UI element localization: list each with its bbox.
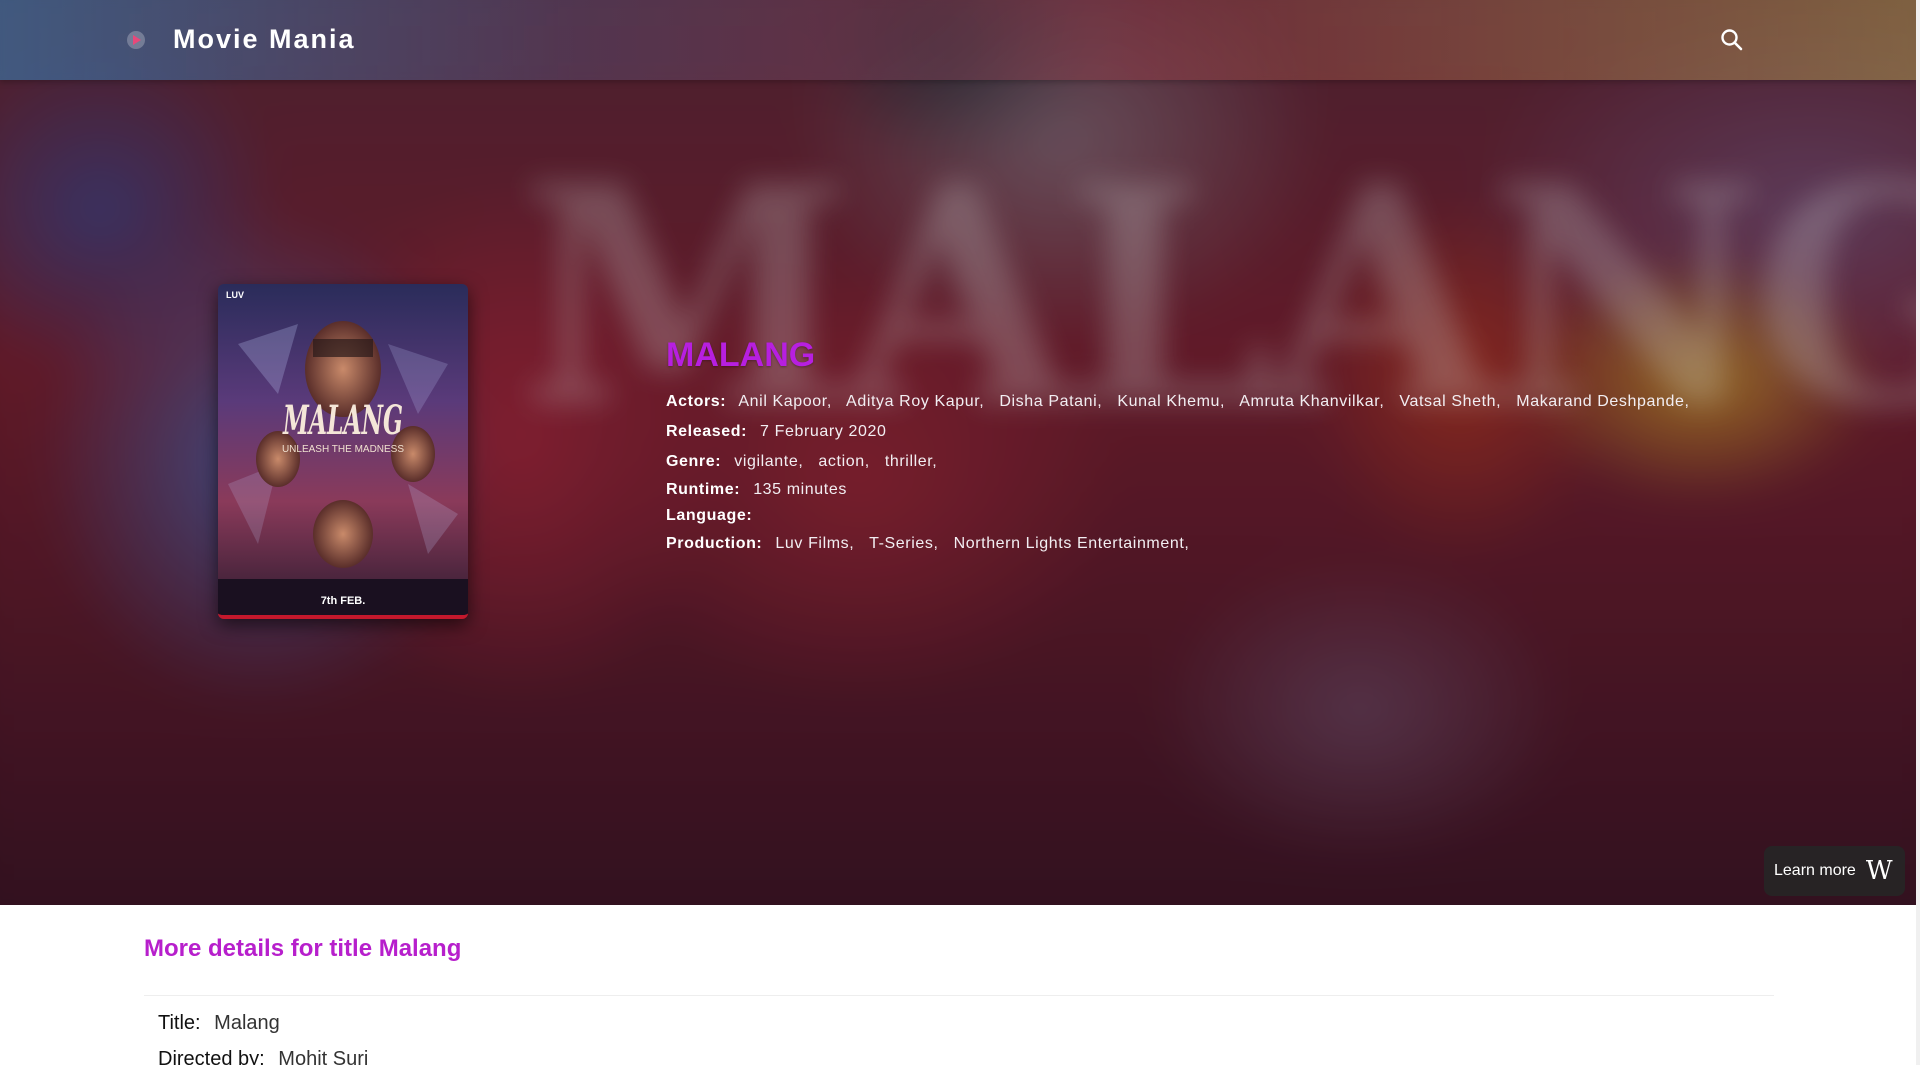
divider <box>144 995 1774 996</box>
page: MALANG Movie Mania LUV MALANG UNLEASH TH… <box>0 0 1920 1065</box>
actors-label: Actors: <box>666 393 727 410</box>
learn-more-label: Learn more <box>1774 862 1856 879</box>
actor-item: Amruta Khanvilkar, <box>1239 393 1385 410</box>
movie-info: MALANG Actors: Anil Kapoor, Aditya Roy K… <box>666 336 1766 559</box>
released-value: 7 February 2020 <box>760 423 887 440</box>
movie-title: MALANG <box>666 336 816 374</box>
detail-title-label: Title: <box>158 1012 201 1034</box>
poster-studio-label: LUV <box>226 290 244 300</box>
learn-more-button[interactable]: Learn more W <box>1764 846 1905 896</box>
poster-tagline: UNLEASH THE MADNESS <box>282 444 404 455</box>
poster-image: LUV MALANG UNLEASH THE MADNESS 7th FEB. <box>218 284 468 615</box>
detail-title-row: Title: Malang <box>158 1012 280 1035</box>
runtime-row: Runtime: 135 minutes <box>666 477 1766 503</box>
genre-item: thriller, <box>884 453 938 470</box>
actor-item: Kunal Khemu, <box>1117 393 1226 410</box>
poster-release-date: 7th FEB. <box>321 595 366 607</box>
actors-row: Actors: Anil Kapoor, Aditya Roy Kapur, D… <box>666 387 1766 417</box>
language-row: Language: <box>666 503 1766 529</box>
genre-item: action, <box>818 453 870 470</box>
detail-director-label: Directed by: <box>158 1048 265 1065</box>
genre-item: vigilante, <box>734 453 804 470</box>
poster-title: MALANG <box>282 397 403 444</box>
production-item: T-Series, <box>869 535 939 552</box>
production-label: Production: <box>666 535 763 552</box>
wikipedia-icon: W <box>1865 856 1893 886</box>
top-navbar: Movie Mania <box>0 0 1916 80</box>
detail-director-value: Mohit Suri <box>278 1048 369 1065</box>
actor-item: Vatsal Sheth, <box>1399 393 1502 410</box>
released-row: Released: 7 February 2020 <box>666 417 1766 447</box>
brand-title[interactable]: Movie Mania <box>173 24 356 55</box>
genre-row: Genre: vigilante, action, thriller, <box>666 447 1766 477</box>
detail-director-row: Directed by: Mohit Suri <box>158 1048 368 1065</box>
released-label: Released: <box>666 423 747 440</box>
detail-title-value: Malang <box>214 1012 280 1034</box>
scrollbar[interactable] <box>1916 0 1920 1065</box>
actor-item: Anil Kapoor, <box>738 393 832 410</box>
movie-poster: LUV MALANG UNLEASH THE MADNESS 7th FEB. <box>218 284 468 619</box>
actor-item: Aditya Roy Kapur, <box>846 393 985 410</box>
language-label: Language: <box>666 507 753 524</box>
genre-label: Genre: <box>666 453 722 470</box>
runtime-value: 135 minutes <box>753 481 847 498</box>
actor-item: Makarand Deshpande, <box>1516 393 1690 410</box>
search-icon[interactable] <box>1718 26 1746 54</box>
hero-banner: MALANG Movie Mania LUV MALANG UNLEASH TH… <box>0 0 1916 905</box>
production-row: Production: Luv Films, T-Series, Norther… <box>666 529 1766 559</box>
runtime-label: Runtime: <box>666 481 741 498</box>
details-heading: More details for title Malang <box>144 935 462 962</box>
play-icon[interactable] <box>126 30 146 50</box>
production-item: Northern Lights Entertainment, <box>953 535 1190 552</box>
actor-item: Disha Patani, <box>999 393 1103 410</box>
production-item: Luv Films, <box>775 535 855 552</box>
